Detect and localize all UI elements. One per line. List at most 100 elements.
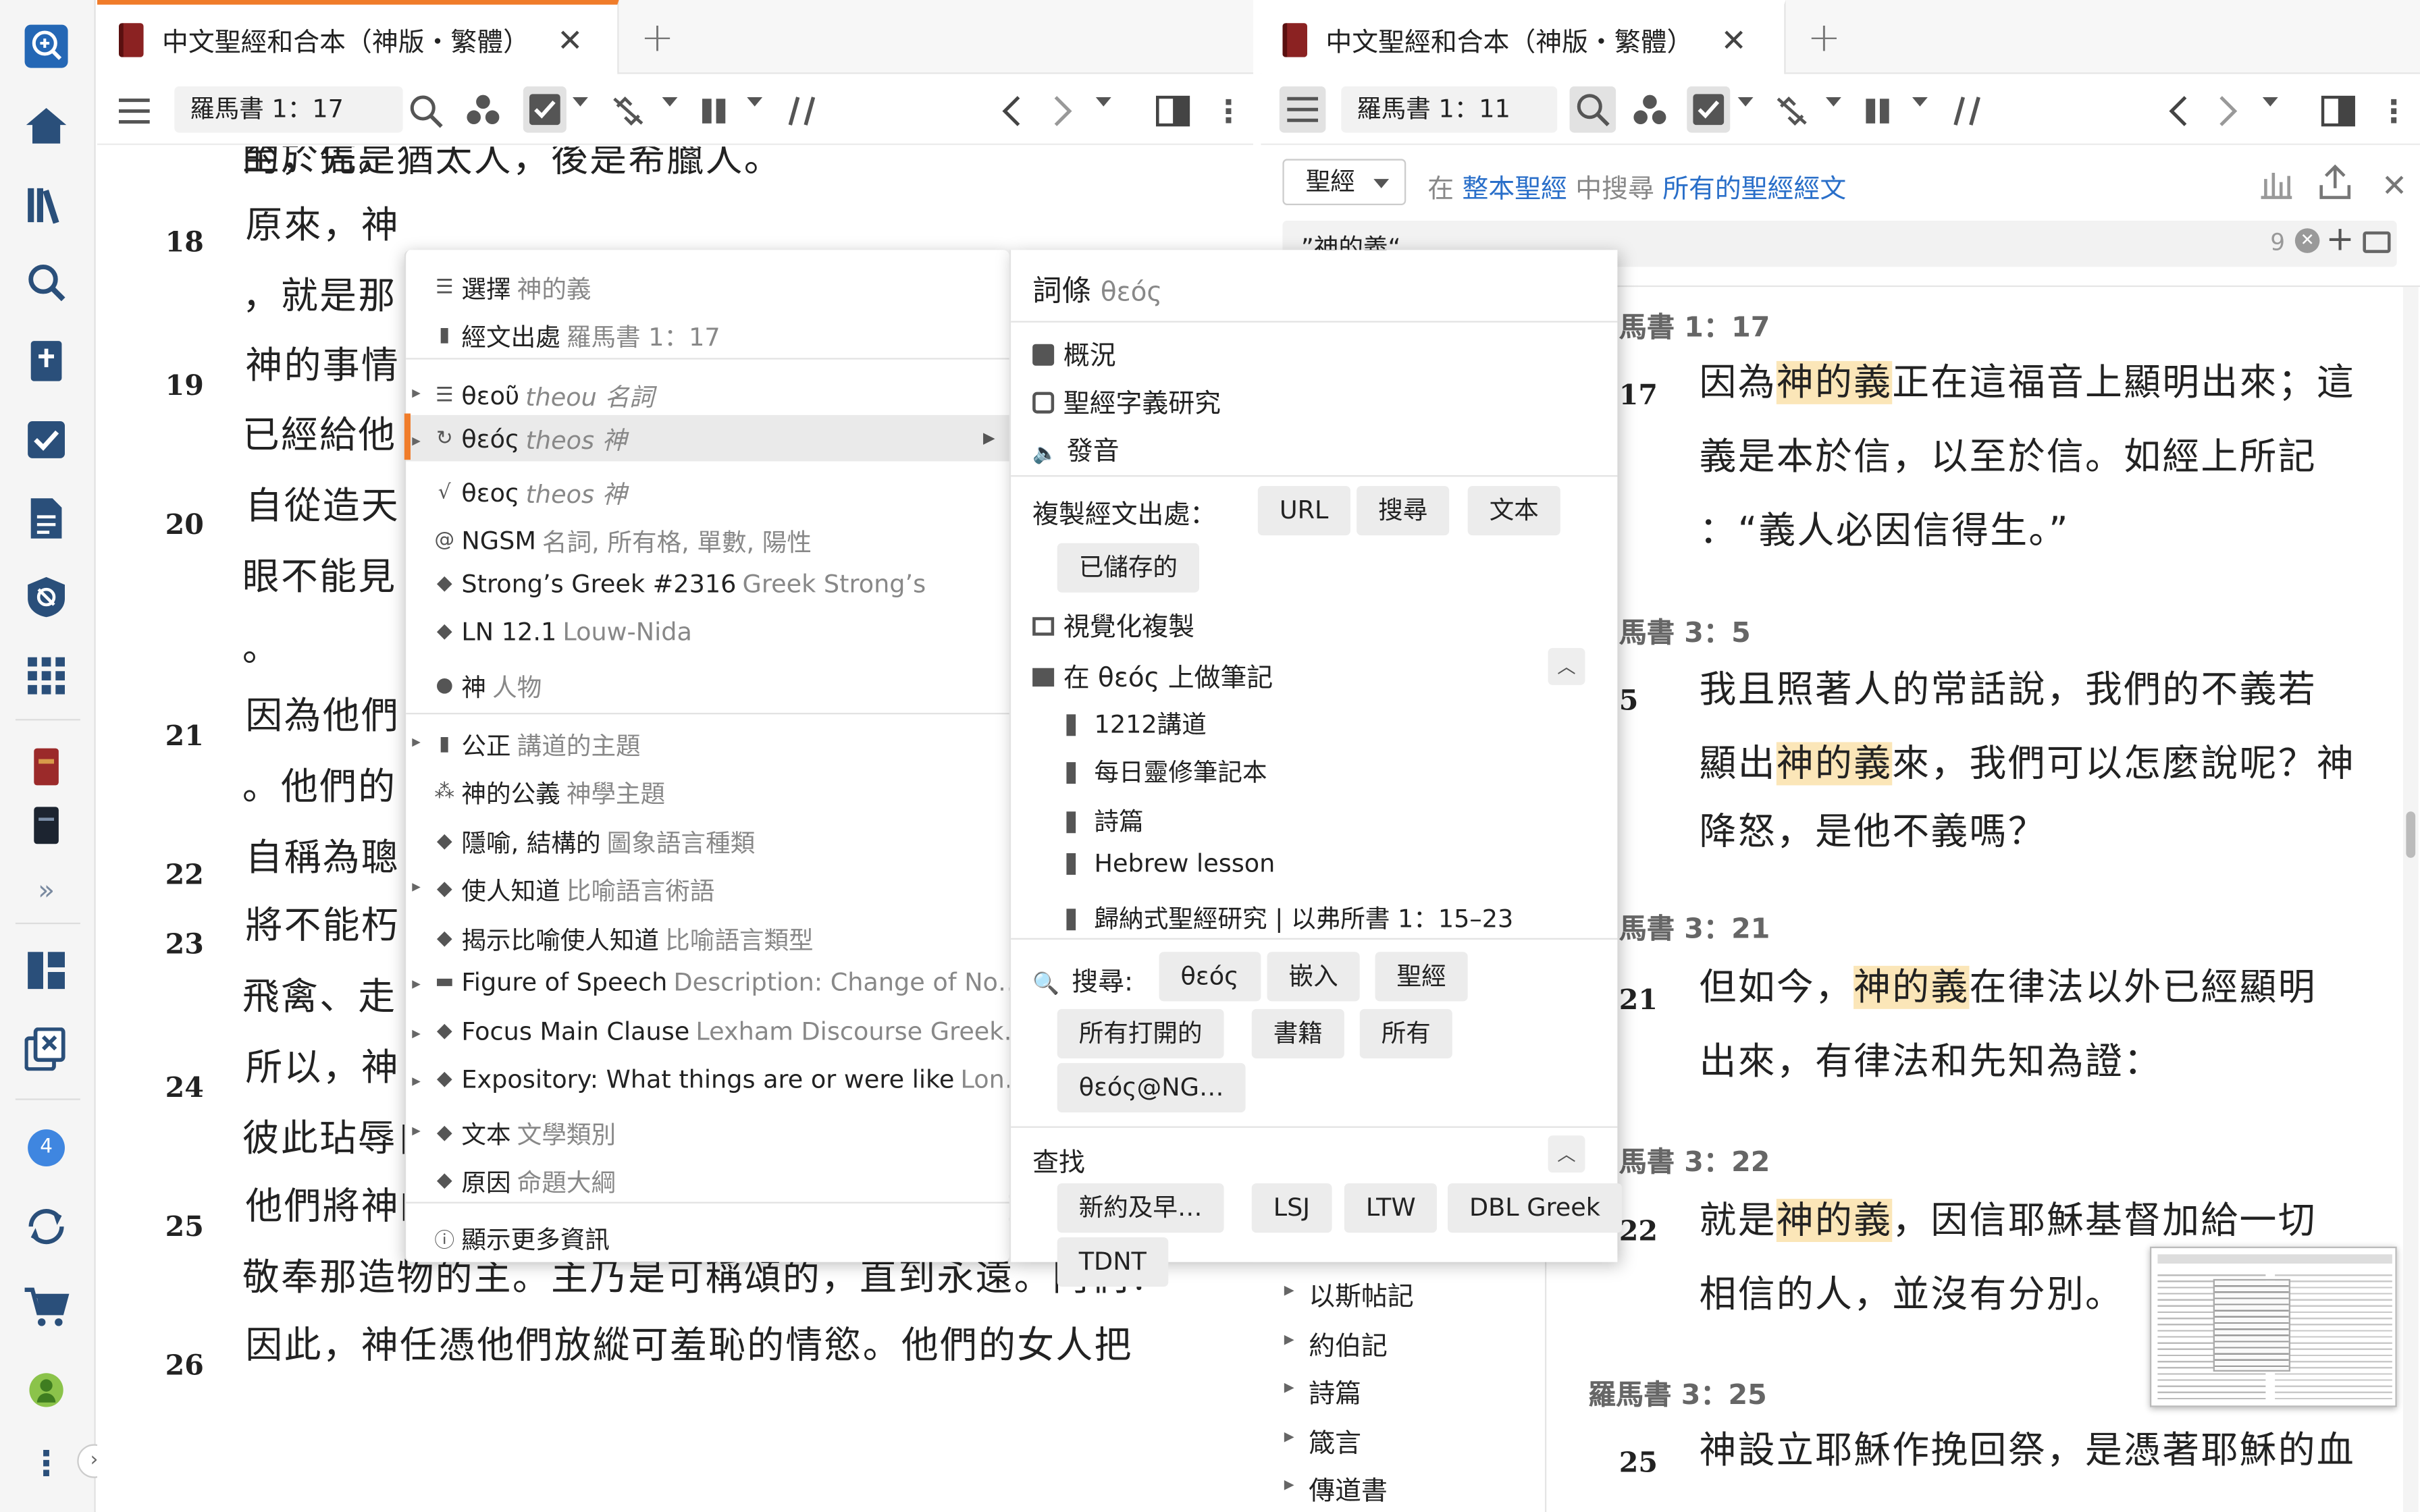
result-reference[interactable]: 馬書 3：21 bbox=[1619, 907, 1770, 947]
tool-overview[interactable]: 概況 bbox=[1032, 333, 1116, 372]
menu-item[interactable]: @ NGSM 名詞, 所有格, 單數, 陽性 bbox=[433, 522, 812, 559]
chevron-down-icon[interactable] bbox=[1912, 97, 1928, 107]
menu-item[interactable]: ◆ 文本 文學類別 bbox=[433, 1114, 616, 1151]
menu-item[interactable]: ◆ 使人知道 比喻語言術語 bbox=[433, 870, 714, 907]
search-morph-button[interactable]: θεός@NG… bbox=[1057, 1062, 1246, 1112]
chevron-down-icon[interactable] bbox=[572, 97, 588, 107]
copy-url-button[interactable]: URL bbox=[1257, 485, 1350, 536]
cart-icon[interactable] bbox=[23, 1284, 70, 1330]
highlighted-phrase[interactable]: 神的義 bbox=[1853, 965, 1970, 1009]
find-tdnt-button[interactable]: TDNT bbox=[1057, 1237, 1168, 1287]
notes-item[interactable]: 在 θεός 上做筆記 bbox=[1032, 655, 1273, 695]
export-icon[interactable] bbox=[2317, 163, 2354, 200]
note-file[interactable]: Hebrew lesson bbox=[1066, 848, 1275, 878]
tree-item[interactable]: 詩篇 bbox=[1284, 1372, 1361, 1410]
tree-item[interactable]: 傳道書 bbox=[1284, 1469, 1388, 1507]
chevron-down-icon[interactable] bbox=[1095, 97, 1111, 107]
logos-logo-icon[interactable] bbox=[23, 23, 70, 70]
menu-item[interactable]: ● 神人物 bbox=[433, 666, 542, 703]
copy-search-button[interactable]: 搜尋 bbox=[1357, 485, 1450, 536]
result-reference[interactable]: 羅馬書 3：25 bbox=[1588, 1373, 1767, 1413]
copy-saved-button[interactable]: 已儲存的 bbox=[1057, 543, 1200, 593]
visual-filter-icon[interactable] bbox=[523, 86, 567, 133]
red-bible-icon[interactable] bbox=[23, 744, 70, 790]
close-tab-icon[interactable]: ✕ bbox=[1721, 21, 1747, 58]
menu-item[interactable]: ◆ 隱喻, 結構的 圖象語言種類 bbox=[433, 822, 755, 859]
target-link[interactable]: 所有的聖經經文 bbox=[1662, 174, 1846, 205]
search-all-button[interactable]: 所有 bbox=[1359, 1008, 1452, 1058]
expand-rail-icon[interactable]: » bbox=[23, 867, 70, 914]
panel-layout-icon[interactable] bbox=[1155, 92, 1192, 130]
close-panels-icon[interactable] bbox=[23, 1026, 70, 1073]
result-reference[interactable]: 馬書 1：17 bbox=[1619, 306, 1770, 346]
chevron-down-icon[interactable] bbox=[1825, 97, 1841, 107]
result-reference[interactable]: 馬書 3：5 bbox=[1619, 611, 1751, 651]
tab-bible[interactable]: 中文聖經和合本（神版・繁體） ✕ bbox=[1261, 0, 1786, 74]
forward-icon[interactable] bbox=[2210, 92, 2247, 130]
interlinear-icon[interactable] bbox=[784, 92, 821, 130]
note-file[interactable]: 詩篇 bbox=[1066, 801, 1144, 838]
columns-icon[interactable] bbox=[696, 92, 733, 130]
chart-icon[interactable] bbox=[2258, 167, 2295, 200]
tree-item[interactable]: 以斯帖記 bbox=[1284, 1274, 1414, 1313]
chevron-down-icon[interactable] bbox=[1737, 97, 1754, 107]
search-theos-button[interactable]: θεός bbox=[1159, 952, 1261, 1002]
submenu-expand-icon[interactable]: ▸ bbox=[412, 1120, 421, 1140]
menu-item[interactable]: ▬ Figure of Speech Description: Change of … bbox=[433, 967, 1022, 996]
menu-item[interactable]: ↻ θεός theos 神 bbox=[406, 414, 1011, 462]
home-icon[interactable] bbox=[23, 102, 70, 148]
panel-menu-icon[interactable] bbox=[115, 92, 153, 130]
more-vertical-icon[interactable]: ⋮ bbox=[23, 1441, 70, 1488]
menu-item[interactable]: ⓘ 顯示更多資訊 bbox=[433, 1219, 609, 1256]
notification-badge[interactable]: 4 bbox=[23, 1125, 70, 1171]
chevron-down-icon[interactable] bbox=[747, 97, 763, 107]
clear-icon[interactable]: ✕ bbox=[2294, 228, 2320, 253]
add-tab-button[interactable]: + bbox=[641, 16, 675, 62]
submenu-expand-icon[interactable]: ▸ bbox=[412, 731, 421, 751]
checklist-icon[interactable] bbox=[23, 416, 70, 463]
tool-pronunciation[interactable]: 🔈 發音 bbox=[1032, 429, 1119, 468]
account-avatar[interactable] bbox=[23, 1367, 70, 1413]
highlighted-phrase[interactable]: 神的義 bbox=[1776, 1198, 1893, 1242]
parallel-resources-icon[interactable] bbox=[465, 92, 502, 130]
menu-item[interactable]: ◆ Expository: What things are or were lik… bbox=[433, 1064, 1030, 1094]
visual-copy-item[interactable]: 視覺化複製 bbox=[1032, 605, 1194, 643]
menu-item[interactable]: ▮ 公正 講道的主題 bbox=[433, 725, 641, 762]
search-icon[interactable] bbox=[1569, 86, 1616, 133]
back-icon[interactable] bbox=[2159, 92, 2197, 130]
dashboard-icon[interactable] bbox=[23, 947, 70, 994]
scrollbar[interactable] bbox=[2402, 287, 2419, 1512]
menu-item[interactable]: ☰ 選擇 神的義 bbox=[433, 269, 591, 306]
sync-icon[interactable] bbox=[23, 1204, 70, 1250]
find-lexicon-button[interactable]: 新約及早… bbox=[1057, 1183, 1224, 1233]
search-bible-button[interactable]: 聖經 bbox=[1375, 952, 1468, 1002]
close-search-icon[interactable]: ✕ bbox=[2382, 167, 2407, 204]
menu-item[interactable]: ◆ LN 12.1 Louw-Nida bbox=[433, 617, 692, 646]
shield-icon[interactable] bbox=[23, 574, 70, 620]
search-embed-button[interactable]: 嵌入 bbox=[1267, 952, 1360, 1002]
reference-box[interactable]: 羅馬書 1：11 bbox=[1341, 86, 1558, 133]
menu-item[interactable]: ⁂ 神的公義 神學主題 bbox=[433, 773, 665, 810]
library-icon[interactable] bbox=[23, 180, 70, 227]
keyboard-icon[interactable] bbox=[2363, 231, 2391, 253]
tree-item[interactable]: 約伯記 bbox=[1284, 1323, 1388, 1361]
more-vertical-icon[interactable]: ⋮ bbox=[2375, 92, 2413, 130]
highlighted-phrase[interactable]: 神的義 bbox=[1776, 742, 1893, 786]
document-icon[interactable] bbox=[23, 495, 70, 542]
bible-plus-icon[interactable] bbox=[23, 338, 70, 385]
search-open-button[interactable]: 所有打開的 bbox=[1057, 1008, 1224, 1058]
submenu-expand-icon[interactable]: ▸ bbox=[412, 1071, 421, 1091]
close-tab-icon[interactable]: ✕ bbox=[557, 21, 583, 58]
parallel-resources-icon[interactable] bbox=[1631, 92, 1668, 130]
columns-icon[interactable] bbox=[1860, 92, 1897, 130]
forward-icon[interactable] bbox=[1045, 92, 1082, 130]
tab-bible[interactable]: 中文聖經和合本（神版・繁體） ✕ bbox=[97, 0, 619, 74]
note-file[interactable]: 歸納式聖經研究 | 以弗所書 1：15–23 bbox=[1066, 898, 1514, 935]
panel-layout-icon[interactable] bbox=[2319, 92, 2357, 130]
menu-item[interactable]: ◆ Focus Main Clause Lexham Discourse Greek… bbox=[433, 1017, 1028, 1046]
scope-link[interactable]: 整本聖經 bbox=[1462, 174, 1567, 205]
interlinear-icon[interactable] bbox=[1949, 92, 1987, 130]
menu-item[interactable]: ◆ 揭示比喻使人知道 比喻語言類型 bbox=[433, 919, 814, 956]
screenshot-thumbnail[interactable] bbox=[2149, 1246, 2397, 1407]
link-off-icon[interactable] bbox=[1773, 92, 1810, 130]
